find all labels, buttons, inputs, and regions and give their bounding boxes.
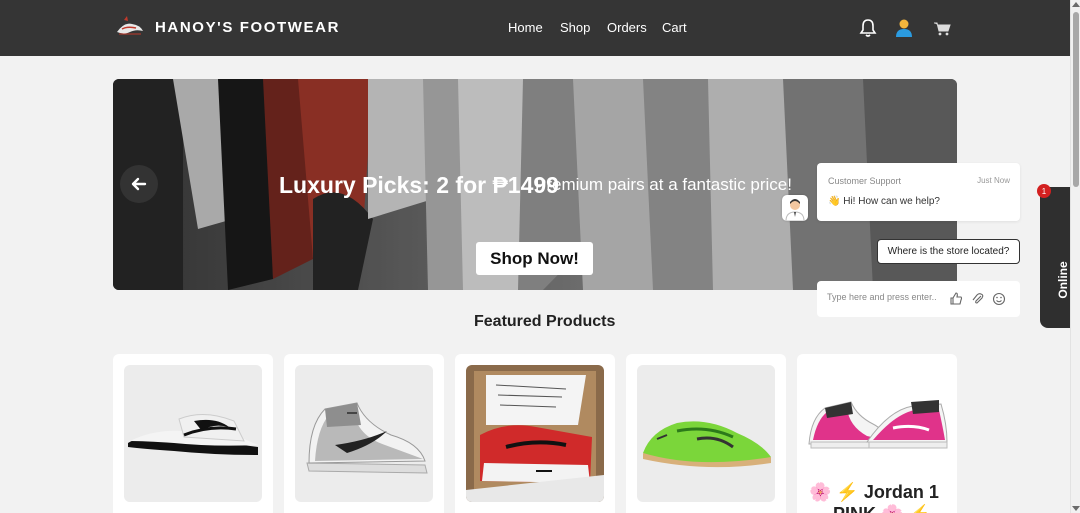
product-title[interactable]: 🌸 ⚡ Jordan 1 [809,482,939,503]
agent-avatar-icon [785,199,805,221]
chat-composer [817,281,1020,317]
bell-icon[interactable] [858,18,878,38]
cart-icon[interactable] [932,18,952,38]
slide-sandal-image [128,414,258,455]
arrow-left-icon [131,177,147,191]
product-image-sneaker[interactable] [295,365,433,502]
product-card[interactable] [455,354,615,513]
chat-toggle-tab[interactable]: Online [1040,187,1070,328]
sneaker-pink-image[interactable] [803,384,951,454]
attachment-icon[interactable] [971,292,985,306]
product-card[interactable]: 🌸 ⚡ Jordan 1 PINK 🌸 ⚡ [797,354,957,513]
hero-title: Luxury Picks: 2 for ₱1499 [279,172,559,198]
nav-cart[interactable]: Cart [662,20,687,35]
chat-message-bubble: Customer Support Just Now 👋 Hi! How can … [817,163,1020,221]
product-title-line2[interactable]: PINK 🌸 ⚡ [833,504,931,513]
hero-subtitle: Premium pairs at a fantastic price! [535,175,792,194]
product-card[interactable] [284,354,444,513]
site-header: HANOY'S FOOTWEAR Home Shop Orders Cart [0,0,1070,56]
featured-products-title: Featured Products [474,313,616,330]
chat-message-text: 👋 Hi! How can we help? [828,196,940,207]
brand-logo[interactable] [114,14,146,40]
sneaker-grey-image [306,402,428,474]
product-image-box[interactable] [466,365,604,502]
scroll-thumb[interactable] [1073,12,1079,187]
nav-shop[interactable]: Shop [560,20,590,35]
chat-unread-badge: 1 [1037,184,1051,198]
product-card[interactable] [626,354,786,513]
chat-timestamp: Just Now [977,176,1010,185]
hero-prev-button[interactable] [120,165,158,203]
product-image-green-sneaker[interactable] [637,365,775,502]
sneaker-green-image [643,421,771,468]
page-scrollbar[interactable] [1070,0,1080,513]
product-image-slide[interactable] [124,365,262,502]
product-card[interactable] [113,354,273,513]
shop-now-button[interactable]: Shop Now! [476,242,593,275]
quick-reply-button[interactable]: Where is the store located? [877,239,1020,264]
support-avatar [782,195,808,221]
sneaker-box-image [466,365,604,502]
nav-orders[interactable]: Orders [607,20,647,35]
scroll-down-arrow-icon[interactable] [1072,506,1080,511]
brand-name[interactable]: HANOY'S FOOTWEAR [155,19,340,36]
chat-agent-name: Customer Support [828,176,902,186]
nav-home[interactable]: Home [508,20,543,35]
emoji-icon[interactable] [992,292,1006,306]
user-icon[interactable] [894,18,914,38]
scroll-up-arrow-icon[interactable] [1072,2,1080,7]
chat-status-label[interactable]: Online [1056,260,1070,300]
chat-message-input[interactable] [827,292,947,302]
thumbs-up-icon[interactable] [949,292,963,306]
